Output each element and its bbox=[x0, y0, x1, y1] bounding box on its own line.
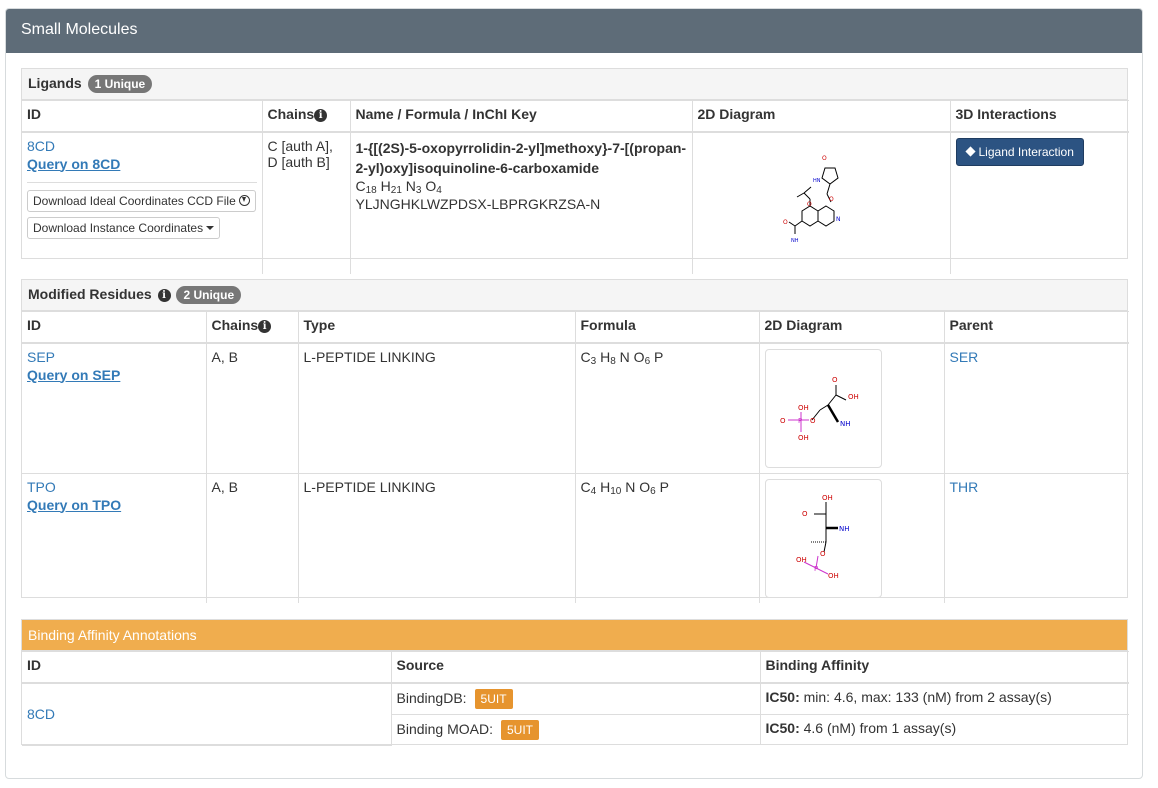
residue-id-link[interactable]: SEP bbox=[27, 349, 55, 365]
svg-text:O: O bbox=[829, 196, 834, 203]
col-binding-affinity: Binding Affinity bbox=[759, 651, 1129, 684]
table-row: TPO Query on TPO A, B L-PEPTIDE LINKING … bbox=[22, 472, 1129, 603]
ligand-formula: C18 H21 N3 O4 bbox=[355, 177, 442, 196]
modified-residues-table: ID Chains i Type Formula 2D Diagram Paren… bbox=[22, 311, 1129, 603]
cube-icon bbox=[964, 145, 976, 157]
table-row: 8CD BindingDB: 5UIT IC50: min: 4.6, max: … bbox=[22, 682, 1129, 746]
svg-text:OH: OH bbox=[798, 434, 809, 442]
ligands-title: Ligands bbox=[28, 75, 82, 91]
svg-text:HN: HN bbox=[813, 178, 821, 184]
col-3d-interactions: 3D Interactions bbox=[949, 100, 1129, 133]
ligand-id-link[interactable]: 8CD bbox=[27, 138, 55, 154]
col-id: ID bbox=[22, 311, 207, 344]
svg-text:OH: OH bbox=[796, 556, 807, 564]
ligand-name: 1-{[(2S)-5-oxopyrrolidin-2-yl]methoxy}-7… bbox=[355, 139, 687, 176]
col-2d-diagram: 2D Diagram bbox=[691, 100, 951, 133]
residue-parent-link[interactable]: SER bbox=[950, 349, 979, 365]
pdb-tag[interactable]: 5UIT bbox=[474, 688, 513, 709]
svg-text:O: O bbox=[822, 155, 827, 162]
modified-residues-header: Modified Residues i 2 Unique bbox=[22, 280, 1127, 311]
residue-parent-link[interactable]: THR bbox=[950, 479, 979, 495]
binding-id-link[interactable]: 8CD bbox=[27, 706, 55, 722]
svg-text:P: P bbox=[798, 417, 802, 425]
col-formula: Formula bbox=[574, 311, 760, 344]
info-icon[interactable]: i bbox=[157, 289, 171, 302]
svg-text:O: O bbox=[780, 417, 786, 425]
residue-2d-diagram[interactable]: O OH NH O OH P O OH bbox=[764, 348, 882, 468]
table-row: SEP Query on SEP A, B L-PEPTIDE LINKING … bbox=[22, 342, 1129, 474]
info-icon[interactable]: i bbox=[258, 320, 272, 333]
ligands-header: Ligands 1 Unique bbox=[22, 69, 1127, 100]
svg-text:O: O bbox=[832, 376, 838, 384]
svg-text:NH: NH bbox=[791, 238, 799, 244]
residue-type: L-PEPTIDE LINKING bbox=[297, 342, 576, 474]
svg-text:OH: OH bbox=[848, 393, 859, 401]
residue-id-link[interactable]: TPO bbox=[27, 479, 56, 495]
caret-down-icon bbox=[206, 225, 215, 230]
ligands-panel: Ligands 1 Unique ID Chains i Name / Formu… bbox=[21, 68, 1129, 274]
residue-chains: A, B bbox=[205, 342, 299, 474]
ligand-chains-line2: D [auth B] bbox=[267, 153, 330, 170]
ligands-table: ID Chains i Name / Formula / InChI Key 2D… bbox=[22, 100, 1129, 274]
modified-residues-panel: Modified Residues i 2 Unique ID Chains i … bbox=[21, 279, 1129, 603]
svg-text:O: O bbox=[802, 510, 808, 518]
binding-affinity-panel: Binding Affinity Annotations ID Source B… bbox=[21, 619, 1129, 746]
small-molecules-panel: Small Molecules Ligands 1 Unique ID Chai… bbox=[5, 8, 1143, 779]
svg-text:NH: NH bbox=[839, 525, 850, 533]
download-instance-coordinates-button[interactable]: Download Instance Coordinates bbox=[27, 216, 221, 239]
svg-text:N: N bbox=[836, 216, 841, 223]
svg-text:O: O bbox=[807, 201, 812, 208]
col-id: ID bbox=[22, 651, 392, 684]
svg-text:NH: NH bbox=[840, 420, 851, 428]
svg-text:O: O bbox=[810, 417, 816, 425]
pdb-tag[interactable]: 5UIT bbox=[500, 719, 539, 740]
svg-text:OH: OH bbox=[828, 572, 839, 580]
residue-formula: C3 H8 N O6 P bbox=[574, 342, 760, 474]
ligand-chains-line1: C [auth A], bbox=[267, 137, 333, 154]
col-id: ID bbox=[22, 100, 263, 133]
info-icon[interactable]: i bbox=[314, 109, 328, 122]
download-ideal-coordinates-button[interactable]: Download Ideal Coordinates CCD File bbox=[27, 189, 257, 212]
section-title: Small Molecules bbox=[6, 9, 1142, 53]
query-on-ligand-link[interactable]: Query on 8CD bbox=[27, 156, 257, 172]
svg-text:O: O bbox=[820, 550, 826, 558]
col-2d-diagram: 2D Diagram bbox=[758, 311, 945, 344]
query-on-residue-link[interactable]: Query on TPO bbox=[27, 497, 201, 513]
binding-affinity-table: ID Source Binding Affinity 8CD BindingDB… bbox=[22, 651, 1129, 746]
svg-text:OH: OH bbox=[822, 494, 833, 502]
residue-chains: A, B bbox=[205, 472, 299, 603]
ligand-interaction-button[interactable]: Ligand Interaction bbox=[955, 137, 1084, 166]
col-type: Type bbox=[297, 311, 576, 344]
ligand-inchi-key: YLJNGHKLWZPDSX-LBPRGKRZSA-N bbox=[355, 195, 601, 212]
residue-2d-diagram[interactable]: OH O NH O OH P OH bbox=[764, 478, 882, 598]
binding-affinity-title: Binding Affinity Annotations bbox=[22, 620, 1127, 651]
col-chains: Chains i bbox=[261, 100, 351, 133]
col-chains: Chains i bbox=[205, 311, 299, 344]
download-icon bbox=[239, 194, 251, 206]
ligand-2d-diagram[interactable]: O HN O N O O NH bbox=[781, 146, 861, 266]
col-parent: Parent bbox=[943, 311, 1129, 344]
svg-text:OH: OH bbox=[798, 404, 809, 412]
svg-text:O: O bbox=[783, 219, 788, 226]
modified-residues-unique-badge: 2 Unique bbox=[176, 286, 242, 304]
modified-residues-title: Modified Residues bbox=[28, 286, 152, 302]
svg-text:P: P bbox=[814, 565, 818, 573]
col-source: Source bbox=[390, 651, 761, 684]
ligands-unique-badge: 1 Unique bbox=[87, 75, 153, 93]
residue-type: L-PEPTIDE LINKING bbox=[297, 472, 576, 603]
col-name: Name / Formula / InChI Key bbox=[349, 100, 693, 133]
residue-formula: C4 H10 N O6 P bbox=[574, 472, 760, 603]
query-on-residue-link[interactable]: Query on SEP bbox=[27, 367, 201, 383]
